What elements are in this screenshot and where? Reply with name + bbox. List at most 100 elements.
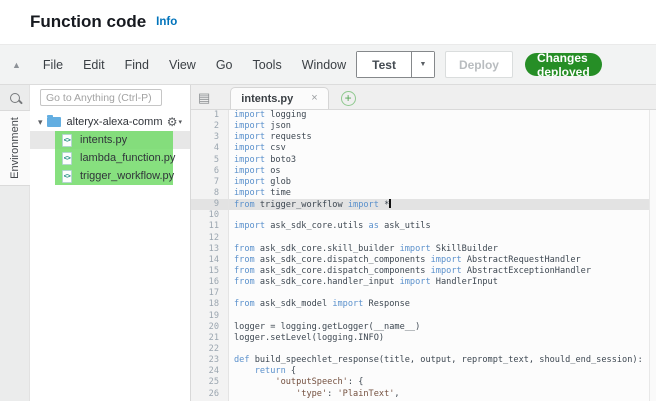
line-number: 2 [213,121,219,132]
code-line-18[interactable]: from ask_sdk_model import Response [229,299,656,310]
line-number: 3 [213,132,219,143]
line-number: 4 [213,143,219,154]
code-line-7[interactable]: import glob [229,177,656,188]
menu-item-window[interactable]: Window [292,58,356,72]
line-number: 17 [208,288,219,299]
tree-settings-button[interactable]: ⚙ ▾ [167,115,182,129]
code-line-5[interactable]: import boto3 [229,155,656,166]
menu-items: File Edit Find View Go Tools Window [33,58,356,72]
folder-icon [46,115,61,127]
sidebar-top [30,85,190,110]
code-line-8[interactable]: import time [229,188,656,199]
line-number: 6 [213,165,219,176]
code-line-22[interactable] [229,344,656,355]
code-editor: ▤ intents.py × + 1 2 3 4 5 6 7 8 9 10 11 12 13 14 15 16… [190,85,656,401]
code-line-9[interactable]: from trigger_workflow import * [229,199,656,211]
environment-tab-label: Environment [8,117,21,179]
menu-item-edit[interactable]: Edit [73,58,115,72]
rail-search-button[interactable] [0,85,29,110]
code-line-20[interactable]: logger = logging.getLogger(__name__) [229,322,656,333]
tree-file-lambda_function-py[interactable]: <> lambda_function.py [30,149,190,167]
environment-tab[interactable]: Environment [0,110,30,186]
code-line-1[interactable]: import logging [229,110,656,121]
panel-header: Function code Info [0,0,656,45]
text-cursor [389,199,391,209]
menu-item-tools[interactable]: Tools [243,58,292,72]
code-line-23[interactable]: def build_speechlet_response(title, outp… [229,355,656,366]
code-line-3[interactable]: import requests [229,132,656,143]
code-line-4[interactable]: import csv [229,143,656,154]
file-name: lambda_function.py [80,152,176,164]
test-button[interactable]: Test [357,52,411,77]
line-number: 21 [208,332,219,343]
editor-scrollbar[interactable] [649,110,656,401]
code-line-15[interactable]: from ask_sdk_core.dispatch_components im… [229,266,656,277]
line-number: 14 [208,254,219,265]
line-number: 13 [208,243,219,254]
tab-close-icon[interactable]: × [311,93,317,104]
line-number: 20 [208,321,219,332]
line-number: 25 [208,377,219,388]
code-line-16[interactable]: from ask_sdk_core.handler_input import H… [229,277,656,288]
code-line-12[interactable] [229,233,656,244]
goto-anything-input[interactable] [40,89,162,106]
info-link[interactable]: Info [156,16,177,28]
menu-item-go[interactable]: Go [206,58,243,72]
code-line-19[interactable] [229,311,656,322]
tab-list-icon[interactable]: ▤ [198,90,210,106]
gear-caret-icon: ▾ [178,119,182,126]
file-tree-sidebar: ▾ alteryx-alexa-comm ⚙ ▾ <> intents.py <> l… [30,85,190,401]
code-line-25[interactable]: 'outputSpeech': { [229,377,656,388]
menu-item-find[interactable]: Find [115,58,159,72]
collapse-menu-icon[interactable]: ▲ [12,60,21,70]
file-name: trigger_workflow.py [80,170,175,182]
left-rail: Environment [0,85,30,401]
changes-deployed-badge: Changes deployed [524,51,602,79]
file-tree: ▾ alteryx-alexa-comm ⚙ ▾ <> intents.py <> l… [30,110,190,401]
line-number: 8 [213,187,219,198]
tree-file-trigger_workflow-py[interactable]: <> trigger_workflow.py [30,167,190,185]
folder-name: alteryx-alexa-comm [66,116,163,128]
editor-menubar: ▲ File Edit Find View Go Tools Window Test ▼ D… [0,45,656,85]
python-file-icon: <> [62,151,72,165]
line-number: 9 [191,199,228,211]
code-area[interactable]: 1 2 3 4 5 6 7 8 9 10 11 12 13 14 15 16 17 18 19 20 21 22 23 24 2… [191,110,656,401]
code-lines: import logging import json import requests… [229,110,656,401]
menu-item-view[interactable]: View [159,58,206,72]
code-line-11[interactable]: import ask_sdk_core.utils as ask_utils [229,221,656,232]
line-number-gutter: 1 2 3 4 5 6 7 8 9 10 11 12 13 14 15 16 17 18 19 20 21 22 23 24 2… [191,110,229,401]
tab-label: intents.py [241,92,294,105]
add-tab-button[interactable]: + [340,91,356,106]
code-line-13[interactable]: from ask_sdk_core.skill_builder import S… [229,244,656,255]
tree-file-intents-py[interactable]: <> intents.py [30,131,190,149]
code-line-26[interactable]: 'type': 'PlainText', [229,389,656,400]
editor-tabbar: ▤ intents.py × + [191,85,656,110]
gear-icon: ⚙ [166,115,178,129]
deploy-button[interactable]: Deploy [444,51,513,78]
code-line-10[interactable] [229,210,656,221]
python-file-icon: <> [62,169,72,183]
test-dropdown-caret-icon[interactable]: ▼ [410,52,434,77]
code-line-6[interactable]: import os [229,166,656,177]
test-split-button: Test ▼ [356,51,435,78]
line-number: 18 [208,299,219,310]
code-line-2[interactable]: import json [229,121,656,132]
folder-expand-caret-icon[interactable]: ▾ [38,117,43,128]
line-number: 7 [213,176,219,187]
python-file-icon: <> [62,133,72,147]
code-line-17[interactable] [229,288,656,299]
code-line-24[interactable]: return { [229,366,656,377]
menu-item-file[interactable]: File [33,58,73,72]
line-number: 22 [208,343,219,354]
tab-intents-py[interactable]: intents.py × [230,87,329,109]
tree-folder-row[interactable]: ▾ alteryx-alexa-comm ⚙ ▾ [30,113,190,131]
line-number: 11 [208,221,219,232]
search-icon [9,92,20,103]
line-number: 15 [208,265,219,276]
code-line-14[interactable]: from ask_sdk_core.dispatch_components im… [229,255,656,266]
line-number: 24 [208,366,219,377]
line-number: 23 [208,355,219,366]
line-number: 10 [208,210,219,221]
code-line-21[interactable]: logger.setLevel(logging.INFO) [229,333,656,344]
page-title: Function code [30,12,147,31]
